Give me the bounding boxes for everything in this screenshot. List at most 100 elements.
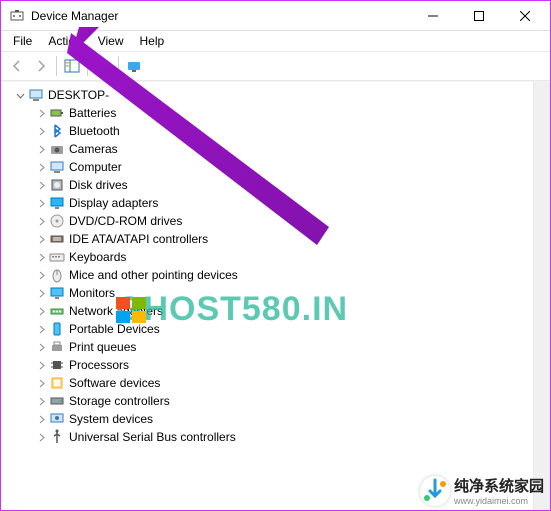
expand-icon[interactable] <box>35 161 47 173</box>
expand-icon[interactable] <box>35 287 47 299</box>
titlebar: Device Manager <box>1 1 550 31</box>
tree-node-battery[interactable]: Batteries <box>3 104 550 122</box>
tree-node-mouse[interactable]: Mice and other pointing devices <box>3 266 550 284</box>
tree-node-display[interactable]: Display adapters <box>3 194 550 212</box>
storage-icon <box>49 393 65 409</box>
expand-icon[interactable] <box>35 305 47 317</box>
tree-node-label: Print queues <box>69 340 136 354</box>
mouse-icon <box>49 267 65 283</box>
tree-node-monitor[interactable]: Monitors <box>3 284 550 302</box>
tree-node-label: Software devices <box>69 376 160 390</box>
window-title: Device Manager <box>31 9 410 23</box>
menu-view[interactable]: View <box>90 32 132 50</box>
tree-node-cpu[interactable]: Processors <box>3 356 550 374</box>
tree-node-bluetooth[interactable]: Bluetooth <box>3 122 550 140</box>
expand-icon[interactable] <box>35 197 47 209</box>
scrollbar-vertical[interactable] <box>533 82 550 510</box>
bluetooth-icon <box>49 123 65 139</box>
display-icon <box>49 195 65 211</box>
forward-button[interactable] <box>29 54 53 78</box>
back-button[interactable] <box>5 54 29 78</box>
portable-icon <box>49 321 65 337</box>
tree-root[interactable]: DESKTOP- <box>3 86 550 104</box>
tree-node-label: Batteries <box>69 106 116 120</box>
computer-icon <box>49 159 65 175</box>
keyboard-icon <box>49 249 65 265</box>
tree-node-label: IDE ATA/ATAPI controllers <box>69 232 208 246</box>
tree-node-system[interactable]: System devices <box>3 410 550 428</box>
disk-icon <box>49 177 65 193</box>
expand-icon[interactable] <box>35 341 47 353</box>
help-button[interactable]: ? <box>91 54 115 78</box>
tree-node-storage[interactable]: Storage controllers <box>3 392 550 410</box>
toolbar-separator <box>87 56 88 76</box>
printer-icon <box>49 339 65 355</box>
tree-node-portable[interactable]: Portable Devices <box>3 320 550 338</box>
tree-node-disk[interactable]: Disk drives <box>3 176 550 194</box>
tree-node-label: DVD/CD-ROM drives <box>69 214 182 228</box>
close-button[interactable] <box>502 1 548 31</box>
attribution-url: www.yidaimei.com <box>454 496 544 506</box>
minimize-button[interactable] <box>410 1 456 31</box>
menu-action[interactable]: Action <box>40 32 89 50</box>
expand-icon[interactable] <box>35 395 47 407</box>
tree-node-network[interactable]: Network adapters <box>3 302 550 320</box>
tree-node-label: Computer <box>69 160 122 174</box>
system-icon <box>49 411 65 427</box>
watermark-logo <box>116 297 148 325</box>
tree-node-label: Disk drives <box>69 178 128 192</box>
content-pane: DESKTOP- Batteries Bluetooth Cameras Comput… <box>1 81 550 510</box>
expand-icon[interactable] <box>35 143 47 155</box>
tree-node-label: Display adapters <box>69 196 158 210</box>
usb-icon <box>49 429 65 445</box>
tree-node-keyboard[interactable]: Keyboards <box>3 248 550 266</box>
tree-node-label: Universal Serial Bus controllers <box>69 430 236 444</box>
tree-node-computer[interactable]: Computer <box>3 158 550 176</box>
expand-icon[interactable] <box>35 215 47 227</box>
monitor-icon <box>49 285 65 301</box>
expand-icon[interactable] <box>35 125 47 137</box>
cpu-icon <box>49 357 65 373</box>
tree-node-usb[interactable]: Universal Serial Bus controllers <box>3 428 550 446</box>
menu-help[interactable]: Help <box>132 32 173 50</box>
maximize-button[interactable] <box>456 1 502 31</box>
tree-node-label: Mice and other pointing devices <box>69 268 238 282</box>
tree-node-label: System devices <box>69 412 153 426</box>
ide-icon <box>49 231 65 247</box>
tree-node-label: Processors <box>69 358 129 372</box>
expand-icon[interactable] <box>35 359 47 371</box>
show-hide-tree-button[interactable] <box>60 54 84 78</box>
tree-node-label: Keyboards <box>69 250 126 264</box>
expand-icon[interactable] <box>35 269 47 281</box>
tree-node-printer[interactable]: Print queues <box>3 338 550 356</box>
toolbar: ? <box>1 51 550 81</box>
toolbar-separator <box>56 56 57 76</box>
expand-icon[interactable] <box>35 377 47 389</box>
app-icon <box>9 8 25 24</box>
attribution-logo-icon <box>420 476 450 506</box>
tree-node-label: Cameras <box>69 142 118 156</box>
software-icon <box>49 375 65 391</box>
attribution-title: 纯净系统家园 <box>454 475 544 496</box>
computer-icon <box>28 87 44 103</box>
menubar: File Action View Help <box>1 31 550 51</box>
svg-text:?: ? <box>100 61 105 70</box>
tree-node-ide[interactable]: IDE ATA/ATAPI controllers <box>3 230 550 248</box>
camera-icon <box>49 141 65 157</box>
expand-icon[interactable] <box>35 233 47 245</box>
collapse-icon[interactable] <box>14 89 26 101</box>
tree-node-dvd[interactable]: DVD/CD-ROM drives <box>3 212 550 230</box>
expand-icon[interactable] <box>35 179 47 191</box>
expand-icon[interactable] <box>35 413 47 425</box>
expand-icon[interactable] <box>35 107 47 119</box>
expand-icon[interactable] <box>35 251 47 263</box>
tree-node-label: Monitors <box>69 286 115 300</box>
network-icon <box>49 303 65 319</box>
expand-icon[interactable] <box>35 323 47 335</box>
menu-file[interactable]: File <box>5 32 40 50</box>
attribution-badge: 纯净系统家园 www.yidaimei.com <box>420 475 544 506</box>
tree-node-camera[interactable]: Cameras <box>3 140 550 158</box>
tree-node-software[interactable]: Software devices <box>3 374 550 392</box>
expand-icon[interactable] <box>35 431 47 443</box>
scan-hardware-button[interactable] <box>122 54 146 78</box>
